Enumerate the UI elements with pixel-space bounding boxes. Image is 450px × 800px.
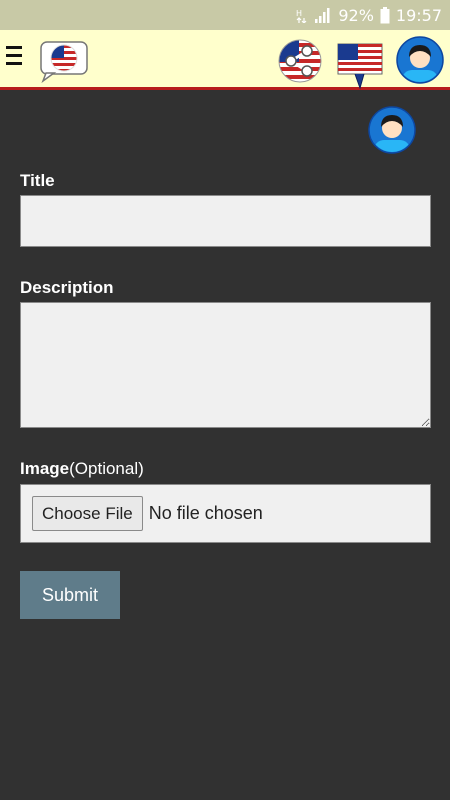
clock: 19:57: [395, 5, 442, 25]
battery-icon: [380, 6, 390, 24]
status-bar: H 92% 19:57: [0, 0, 450, 30]
signal-icon: [314, 7, 332, 23]
us-flag-pin-icon[interactable]: [336, 40, 384, 90]
image-file-input[interactable]: Choose File No file chosen: [20, 484, 431, 543]
choose-file-button[interactable]: Choose File: [32, 496, 143, 531]
image-label: Image(Optional): [20, 459, 144, 479]
title-input[interactable]: [20, 195, 431, 247]
battery-percent: 92%: [338, 5, 374, 25]
user-avatar-icon[interactable]: [368, 106, 416, 154]
file-status-text: No file chosen: [148, 503, 263, 523]
data-icon: H: [296, 7, 308, 23]
title-label: Title: [20, 171, 55, 190]
menu-icon[interactable]: [6, 46, 28, 74]
us-flag-speech-bubble-icon[interactable]: [38, 39, 90, 83]
submit-button[interactable]: Submit: [20, 571, 120, 619]
image-label-text: Image: [20, 459, 70, 478]
share-icon[interactable]: [276, 38, 324, 84]
avatar-icon[interactable]: [396, 36, 444, 84]
image-optional-text: (Optional): [69, 459, 144, 478]
description-label: Description: [20, 278, 114, 297]
app-header: [0, 30, 450, 90]
svg-text:H: H: [296, 9, 302, 18]
description-textarea[interactable]: [20, 302, 431, 428]
